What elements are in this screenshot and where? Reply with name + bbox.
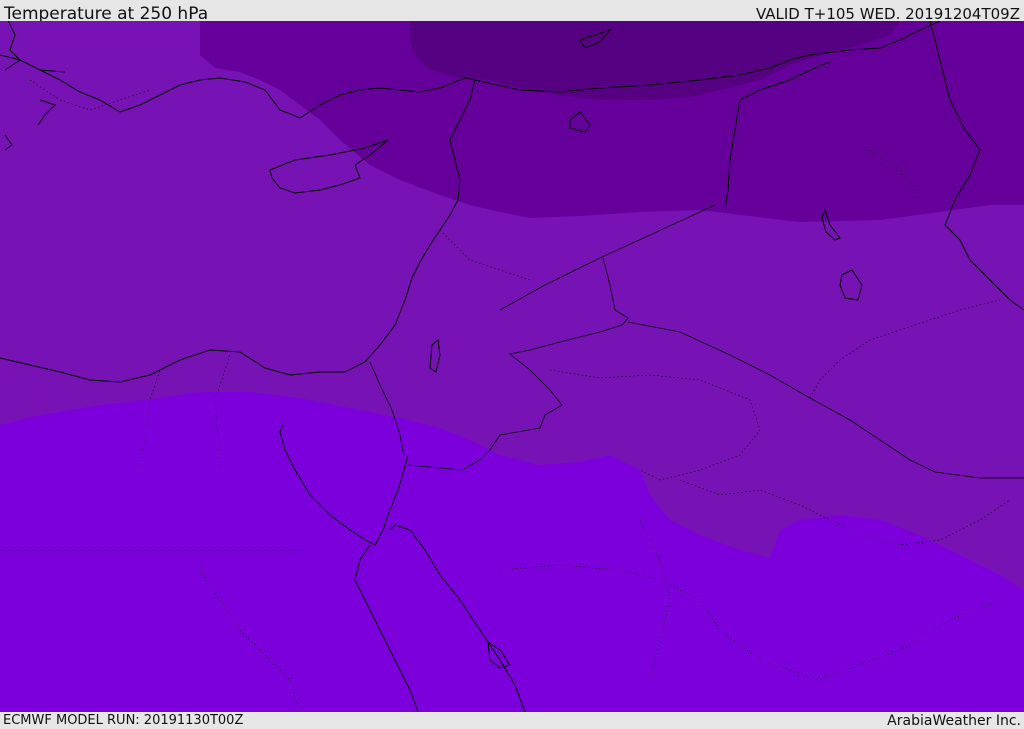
footer-bar: ECMWF MODEL RUN: 20191130T00Z ArabiaWeat… xyxy=(0,712,1024,729)
temperature-map xyxy=(0,21,1024,712)
credit-label: ArabiaWeather Inc. xyxy=(887,713,1021,729)
model-run-label: ECMWF MODEL RUN: 20191130T00Z xyxy=(3,713,244,728)
weather-map-page: Temperature at 250 hPa VALID T+105 WED. … xyxy=(0,0,1024,729)
header-bar: Temperature at 250 hPa VALID T+105 WED. … xyxy=(0,0,1024,24)
